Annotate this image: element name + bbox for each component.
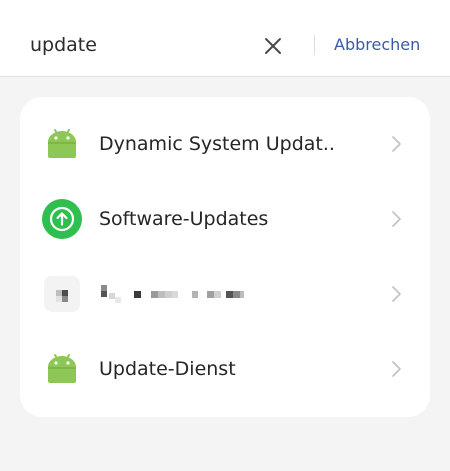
chevron-right-icon [390, 360, 402, 378]
list-item[interactable] [20, 257, 430, 332]
list-item[interactable]: Dynamic System Updat.. [20, 107, 430, 182]
android-icon [42, 124, 82, 164]
search-input[interactable]: update [30, 33, 97, 57]
chevron-right-icon [390, 210, 402, 228]
clear-search-button[interactable] [261, 34, 285, 58]
list-item-label: Software-Updates [99, 208, 269, 230]
chevron-right-icon [390, 135, 402, 153]
chevron-right-icon [390, 285, 402, 303]
list-item-label: Dynamic System Updat.. [99, 133, 335, 155]
header-divider [314, 35, 315, 55]
close-icon [265, 38, 281, 54]
android-icon [42, 349, 82, 389]
list-item[interactable]: Software-Updates [20, 182, 430, 257]
search-header: update Abbrechen [0, 0, 450, 77]
search-results-list: Dynamic System Updat.. Software-Updates [20, 97, 430, 417]
list-item-label: Update-Dienst [99, 358, 236, 380]
list-item[interactable]: Update-Dienst [20, 332, 430, 407]
redacted-label [99, 283, 269, 307]
cancel-button[interactable]: Abbrechen [334, 34, 420, 56]
upload-arrow-icon [42, 199, 82, 239]
blurred-app-icon [42, 274, 82, 314]
